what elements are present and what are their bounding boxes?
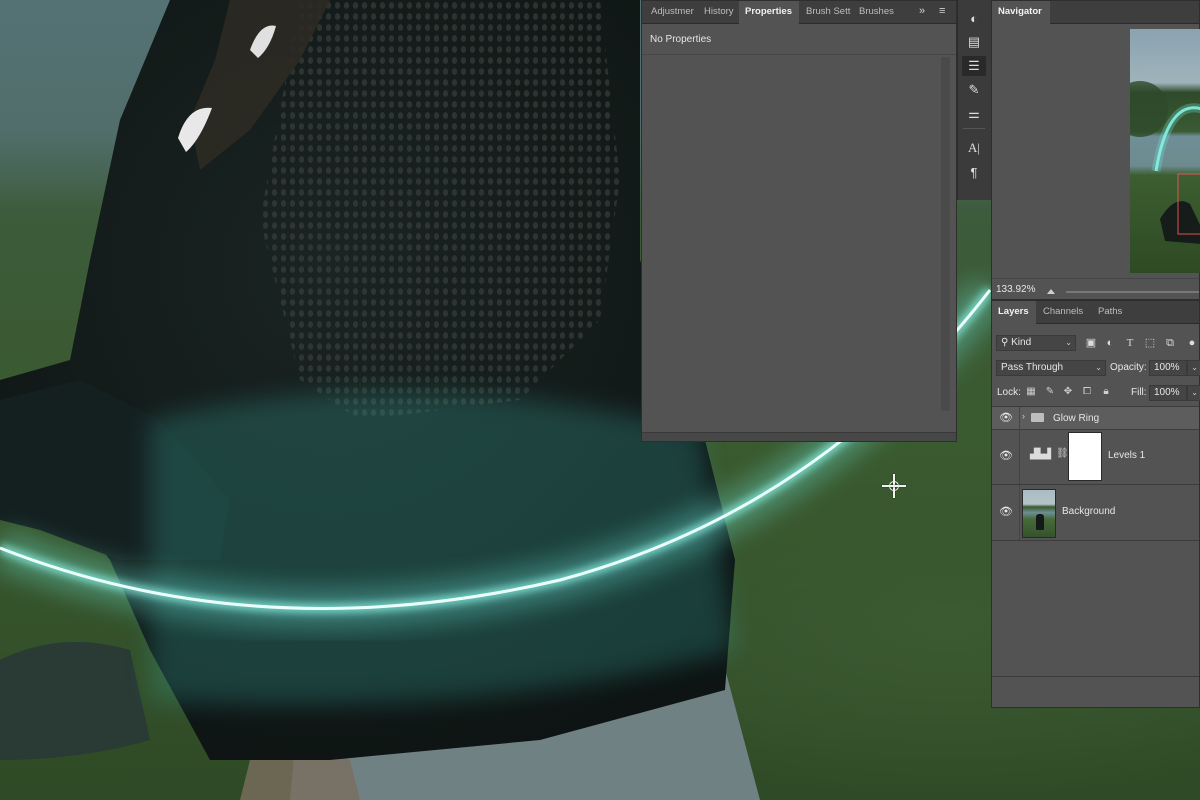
chevron-down-icon: ⌄ [1191,388,1198,397]
eye-column-divider [1019,429,1020,484]
layer-row-glow-ring[interactable]: 👁︎ › Glow Ring [992,406,1199,430]
chevron-down-icon: ⌄ [1095,363,1102,372]
visibility-eye-icon[interactable]: 👁︎ [999,412,1013,424]
brushes-icon[interactable]: ⚌ [962,104,986,124]
fill-label: Fill: [1131,387,1147,398]
character-icon[interactable]: A| [962,138,986,158]
zoom-slider[interactable] [1066,291,1199,293]
navigator-panel: Navigator 133.92% [991,0,1200,300]
strip-separator [963,128,985,129]
zoom-out-icon[interactable] [1047,289,1055,294]
opacity-dropdown[interactable]: ⌄ [1187,360,1200,376]
lock-transparency-icon[interactable]: ▦ [1024,385,1038,399]
opacity-value: 100% [1154,362,1180,373]
layer-row-levels-1[interactable]: 👁︎ ▟▙▟ ⛓︎ Levels 1 [992,429,1199,485]
properties-scrollbar[interactable] [941,57,950,411]
filter-smart-object-icon[interactable]: ⧉ [1163,336,1177,350]
blend-mode-select[interactable]: Pass Through ⌄ [996,360,1106,376]
tab-brush-settings[interactable]: Brush Sett [800,1,854,23]
search-icon: ⚲ [1001,337,1009,348]
visibility-eye-icon[interactable]: 👁︎ [999,506,1013,518]
opacity-label: Opacity: [1110,362,1147,373]
fill-value: 100% [1154,387,1180,398]
lock-position-icon[interactable]: ✥ [1061,385,1075,399]
layer-row-background[interactable]: 👁︎ Background [992,485,1199,541]
lock-all-icon[interactable]: 🔒︎ [1099,385,1113,399]
collapsed-panel-strip: ◐ ▤ ☰ ✎ ⚌ A| ¶ [957,0,992,200]
hand-shadow [0,642,150,760]
navigator-thumbnail[interactable] [1130,29,1200,273]
filter-adjustment-icon[interactable]: ◐ [1103,336,1117,350]
filter-kind-value: Kind [1011,337,1032,348]
fill-dropdown[interactable]: ⌄ [1187,385,1200,401]
layers-panel: Layers Channels Paths ⚲ Kind ⌄ ▣ ◐ T ⬚ ⧉… [991,300,1200,708]
tab-adjustments[interactable]: Adjustmer [645,1,699,23]
expand-chevron-icon[interactable]: › [1022,411,1025,421]
properties-title-row: No Properties [642,24,956,55]
tab-paths[interactable]: Paths [1092,301,1132,323]
opacity-input[interactable]: 100% [1149,360,1187,376]
properties-icon[interactable]: ☰ [962,56,986,76]
layer-thumbnail[interactable] [1022,489,1056,538]
layer-name[interactable]: Glow Ring [1053,413,1099,424]
fill-input[interactable]: 100% [1149,385,1187,401]
levels-adjustment-icon: ▟▙▟ [1030,449,1051,460]
link-chain-icon[interactable]: ⛓︎ [1056,448,1069,459]
zoom-level[interactable]: 133.92% [996,284,1035,295]
tab-brushes[interactable]: Brushes [853,1,903,23]
lock-artboard-icon[interactable]: ⧠ [1080,385,1094,399]
properties-empty-label: No Properties [650,34,712,45]
tab-history[interactable]: History [698,1,740,23]
paragraph-icon[interactable]: ¶ [962,162,986,182]
navigator-zoom-row: 133.92% [992,278,1199,301]
layers-bottom-bar [992,676,1199,707]
filter-toggle-icon[interactable]: ● [1185,336,1199,350]
filter-type-icon[interactable]: T [1123,336,1137,350]
layer-name[interactable]: Levels 1 [1108,450,1145,461]
eye-column-divider [1019,407,1020,429]
lock-label: Lock: [997,387,1021,398]
thumbnail-scene [1130,81,1200,244]
tab-layers[interactable]: Layers [992,301,1036,324]
visibility-eye-icon[interactable]: 👁︎ [999,450,1013,462]
filter-pixel-icon[interactable]: ▣ [1084,336,1098,350]
layer-filter-select[interactable]: ⚲ Kind ⌄ [996,335,1076,351]
adjustments-icon[interactable]: ◐ [962,8,986,28]
brush-settings-icon[interactable]: ✎ [962,80,986,100]
history-icon[interactable]: ▤ [962,32,986,52]
panel-menu-icon[interactable]: ≡ [939,5,945,17]
blend-mode-value: Pass Through [1001,362,1064,373]
eye-column-divider [1019,485,1020,540]
folder-icon [1031,413,1044,422]
tab-channels[interactable]: Channels [1037,301,1089,323]
lock-pixels-icon[interactable]: ✎ [1043,385,1057,399]
tab-properties[interactable]: Properties [739,1,799,24]
properties-bottom-bar [642,432,956,441]
filter-shape-icon[interactable]: ⬚ [1143,336,1157,350]
chevron-down-icon: ⌄ [1065,338,1072,347]
double-chevron-right-icon[interactable]: » [919,5,925,17]
properties-panel: Adjustmer History Properties Brush Sett … [641,0,957,442]
layers-tabbar: Layers Channels Paths [992,301,1199,324]
properties-tabbar: Adjustmer History Properties Brush Sett … [642,1,956,24]
chevron-down-icon: ⌄ [1191,363,1198,372]
thumbnail-figure [1036,514,1044,530]
layer-name[interactable]: Background [1062,506,1115,517]
layer-mask-thumbnail[interactable] [1068,432,1102,481]
crosshair-cursor-icon [880,472,908,500]
navigator-tabbar: Navigator [992,1,1199,24]
tab-navigator[interactable]: Navigator [992,1,1050,24]
